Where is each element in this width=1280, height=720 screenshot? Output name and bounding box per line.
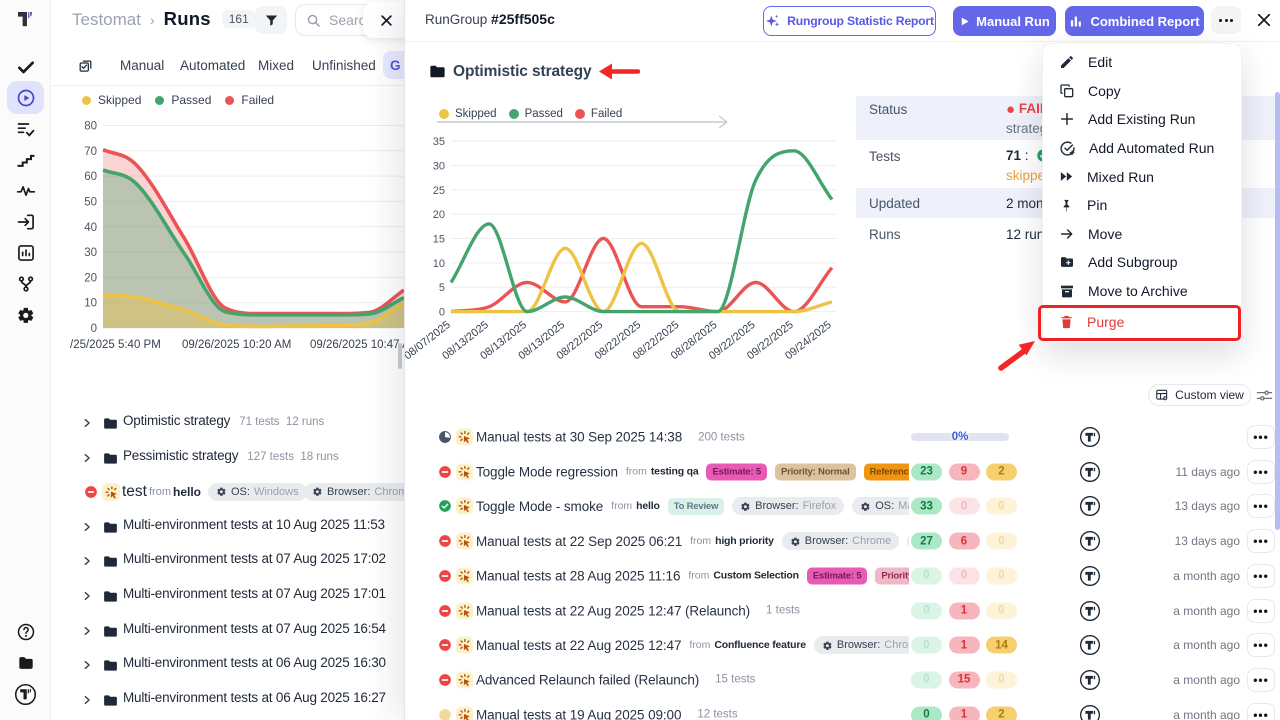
- svg-text:25: 25: [433, 185, 445, 197]
- svg-text:10: 10: [84, 298, 97, 310]
- svg-text:30: 30: [84, 247, 97, 259]
- svg-text:0: 0: [439, 307, 445, 319]
- svg-text:5: 5: [439, 282, 445, 294]
- svg-text:10: 10: [433, 258, 445, 270]
- svg-text:15: 15: [433, 234, 445, 246]
- svg-text:20: 20: [84, 272, 97, 284]
- svg-text:80: 80: [84, 121, 97, 133]
- svg-text:35: 35: [433, 136, 445, 148]
- svg-text:20: 20: [433, 209, 445, 221]
- svg-text:70: 70: [84, 146, 97, 158]
- svg-text:50: 50: [84, 196, 97, 208]
- svg-text:60: 60: [84, 171, 97, 183]
- svg-text:30: 30: [433, 160, 445, 172]
- svg-text:0: 0: [91, 323, 97, 335]
- svg-text:40: 40: [84, 222, 97, 234]
